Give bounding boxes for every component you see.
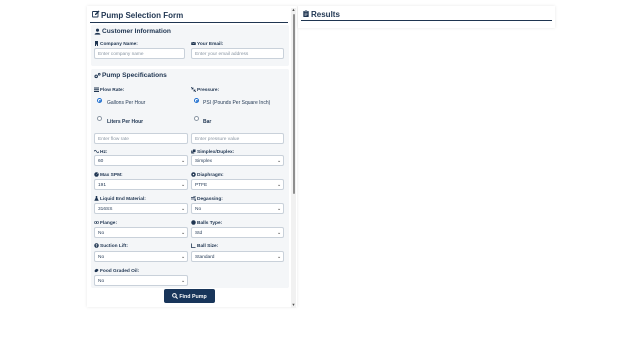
- pressure-label: Pressure:: [191, 87, 219, 93]
- customer-info-section: Customer Information Company Name: Enter…: [91, 25, 289, 66]
- form-title: Pump Selection Form: [101, 11, 184, 20]
- email-input[interactable]: Enter your email address: [191, 48, 284, 59]
- diaphragm-selected-value: PTFE: [195, 182, 208, 188]
- gauge-icon: [94, 172, 99, 177]
- ball-size-label: Ball Size:: [191, 243, 218, 249]
- simplex-selected-value: Simplex: [195, 158, 213, 164]
- wind-icon: [191, 196, 196, 201]
- results-title: Results: [311, 10, 340, 19]
- company-name-input[interactable]: Enter company name: [94, 48, 185, 59]
- scroll-thumb[interactable]: [292, 14, 295, 194]
- chevron-down-icon: ⌄: [276, 254, 281, 260]
- lph-radio-label: Liters Per Hour: [107, 119, 144, 125]
- diaphragm-select[interactable]: PTFE ⌄: [191, 179, 284, 190]
- degassing-label: Degassing:: [191, 196, 223, 202]
- chevron-down-icon: ⌄: [180, 278, 185, 284]
- psi-radio-label: PSI (Pounds Per Square Inch): [203, 100, 271, 106]
- flask-icon: [94, 196, 99, 201]
- chevron-down-icon: ⌄: [180, 254, 185, 260]
- ruler-icon: [191, 243, 196, 248]
- food-oil-label: Food Graded Oil:: [94, 268, 139, 274]
- email-label: Your Email:: [191, 41, 223, 47]
- chevron-down-icon: ⌄: [180, 230, 185, 236]
- flange-label: Flange:: [94, 220, 117, 226]
- pressure-placeholder: Enter pressure value: [195, 136, 240, 142]
- degassing-select[interactable]: No ⌄: [191, 203, 284, 214]
- search-icon: [172, 292, 179, 299]
- chevron-down-icon: ⌄: [180, 182, 185, 188]
- clipboard-icon: [303, 10, 309, 18]
- max-spm-selected-value: 191: [98, 182, 107, 188]
- chevron-down-icon: ⌄: [276, 158, 281, 164]
- gph-radio[interactable]: [97, 98, 102, 103]
- flow-rate-label: Flow Rate:: [94, 87, 124, 93]
- envelope-icon: [191, 41, 196, 45]
- pressure-input[interactable]: Enter pressure value: [191, 133, 284, 144]
- suction-lift-selected-value: No: [98, 254, 105, 260]
- liquid-end-select[interactable]: 316SS ⌄: [94, 203, 188, 214]
- simplex-select[interactable]: Simplex ⌄: [191, 155, 284, 166]
- psi-radio[interactable]: [194, 98, 199, 103]
- balls-type-label: Balls Type:: [191, 220, 222, 226]
- bar-radio-label: Bar: [203, 119, 212, 125]
- liquid-end-selected-value: 316SS: [98, 206, 113, 212]
- chevron-down-icon: ⌄: [180, 158, 185, 164]
- pump-specs-section: Pump Specifications Flow Rate: Gallons P…: [91, 69, 289, 288]
- results-header: Results: [301, 8, 552, 21]
- user-icon: [94, 28, 101, 35]
- flange-select[interactable]: No ⌄: [94, 227, 188, 238]
- compress-icon: [191, 87, 196, 92]
- edit-icon: [92, 10, 100, 18]
- layers-icon: [191, 149, 196, 154]
- form-header: Pump Selection Form: [90, 8, 288, 23]
- lph-radio[interactable]: [97, 116, 102, 121]
- ball-icon: [191, 220, 196, 225]
- specs-section-title: Pump Specifications: [102, 72, 167, 79]
- circle-dot-icon: [191, 172, 196, 177]
- find-pump-button[interactable]: Find Pump: [164, 289, 215, 303]
- customer-section-title: Customer Information: [102, 28, 171, 35]
- ball-size-select[interactable]: Standard ⌄: [191, 251, 284, 262]
- suction-lift-label: Suction Lift:: [94, 243, 128, 249]
- gph-radio-label: Gallons Per Hour: [107, 100, 146, 106]
- chevron-down-icon: ⌄: [276, 182, 281, 188]
- max-spm-label: Max SPM:: [94, 172, 123, 178]
- chevron-down-icon: ⌄: [276, 230, 281, 236]
- liquid-end-label: Liquid End Material:: [94, 196, 146, 202]
- pump-selection-form-panel: Pump Selection Form Customer Information…: [87, 6, 297, 307]
- hz-selected-value: 60: [98, 158, 104, 164]
- find-pump-label: Find Pump: [179, 293, 207, 300]
- wave-icon: [94, 149, 99, 154]
- food-oil-selected-value: No: [98, 278, 105, 284]
- oil-drop-icon: [94, 268, 99, 273]
- degassing-selected-value: No: [195, 206, 202, 212]
- form-scrollbar[interactable]: ▲ ▼: [291, 7, 296, 308]
- max-spm-select[interactable]: 191 ⌄: [94, 179, 188, 190]
- flange-selected-value: No: [98, 230, 105, 236]
- diaphragm-label: Diaphragm:: [191, 172, 224, 178]
- bar-radio[interactable]: [194, 116, 199, 121]
- food-oil-select[interactable]: No ⌄: [94, 275, 188, 286]
- cogs-icon: [94, 72, 101, 79]
- email-placeholder: Enter your email address: [195, 51, 249, 57]
- suction-lift-select[interactable]: No ⌄: [94, 251, 188, 262]
- company-name-placeholder: Enter company name: [98, 51, 144, 57]
- balls-type-select[interactable]: Std ⌄: [191, 227, 284, 238]
- chevron-down-icon: ⌄: [180, 206, 185, 212]
- ball-size-selected-value: Standard: [195, 254, 215, 260]
- scroll-up-arrow-icon[interactable]: ▲: [292, 7, 296, 12]
- chevron-down-icon: ⌄: [276, 206, 281, 212]
- balls-type-selected-value: Std: [195, 230, 203, 236]
- scroll-down-arrow-icon[interactable]: ▼: [292, 302, 296, 307]
- flow-rate-input[interactable]: Enter flow rate: [94, 133, 188, 144]
- building-icon: [95, 41, 98, 46]
- flow-rate-placeholder: Enter flow rate: [98, 136, 129, 142]
- arrow-up-circle-icon: [94, 243, 99, 248]
- results-panel: Results: [298, 6, 555, 28]
- link-icon: [94, 221, 99, 224]
- company-name-label: Company Name:: [94, 41, 138, 47]
- hz-select[interactable]: 60 ⌄: [94, 155, 188, 166]
- bars-icon: [94, 87, 99, 92]
